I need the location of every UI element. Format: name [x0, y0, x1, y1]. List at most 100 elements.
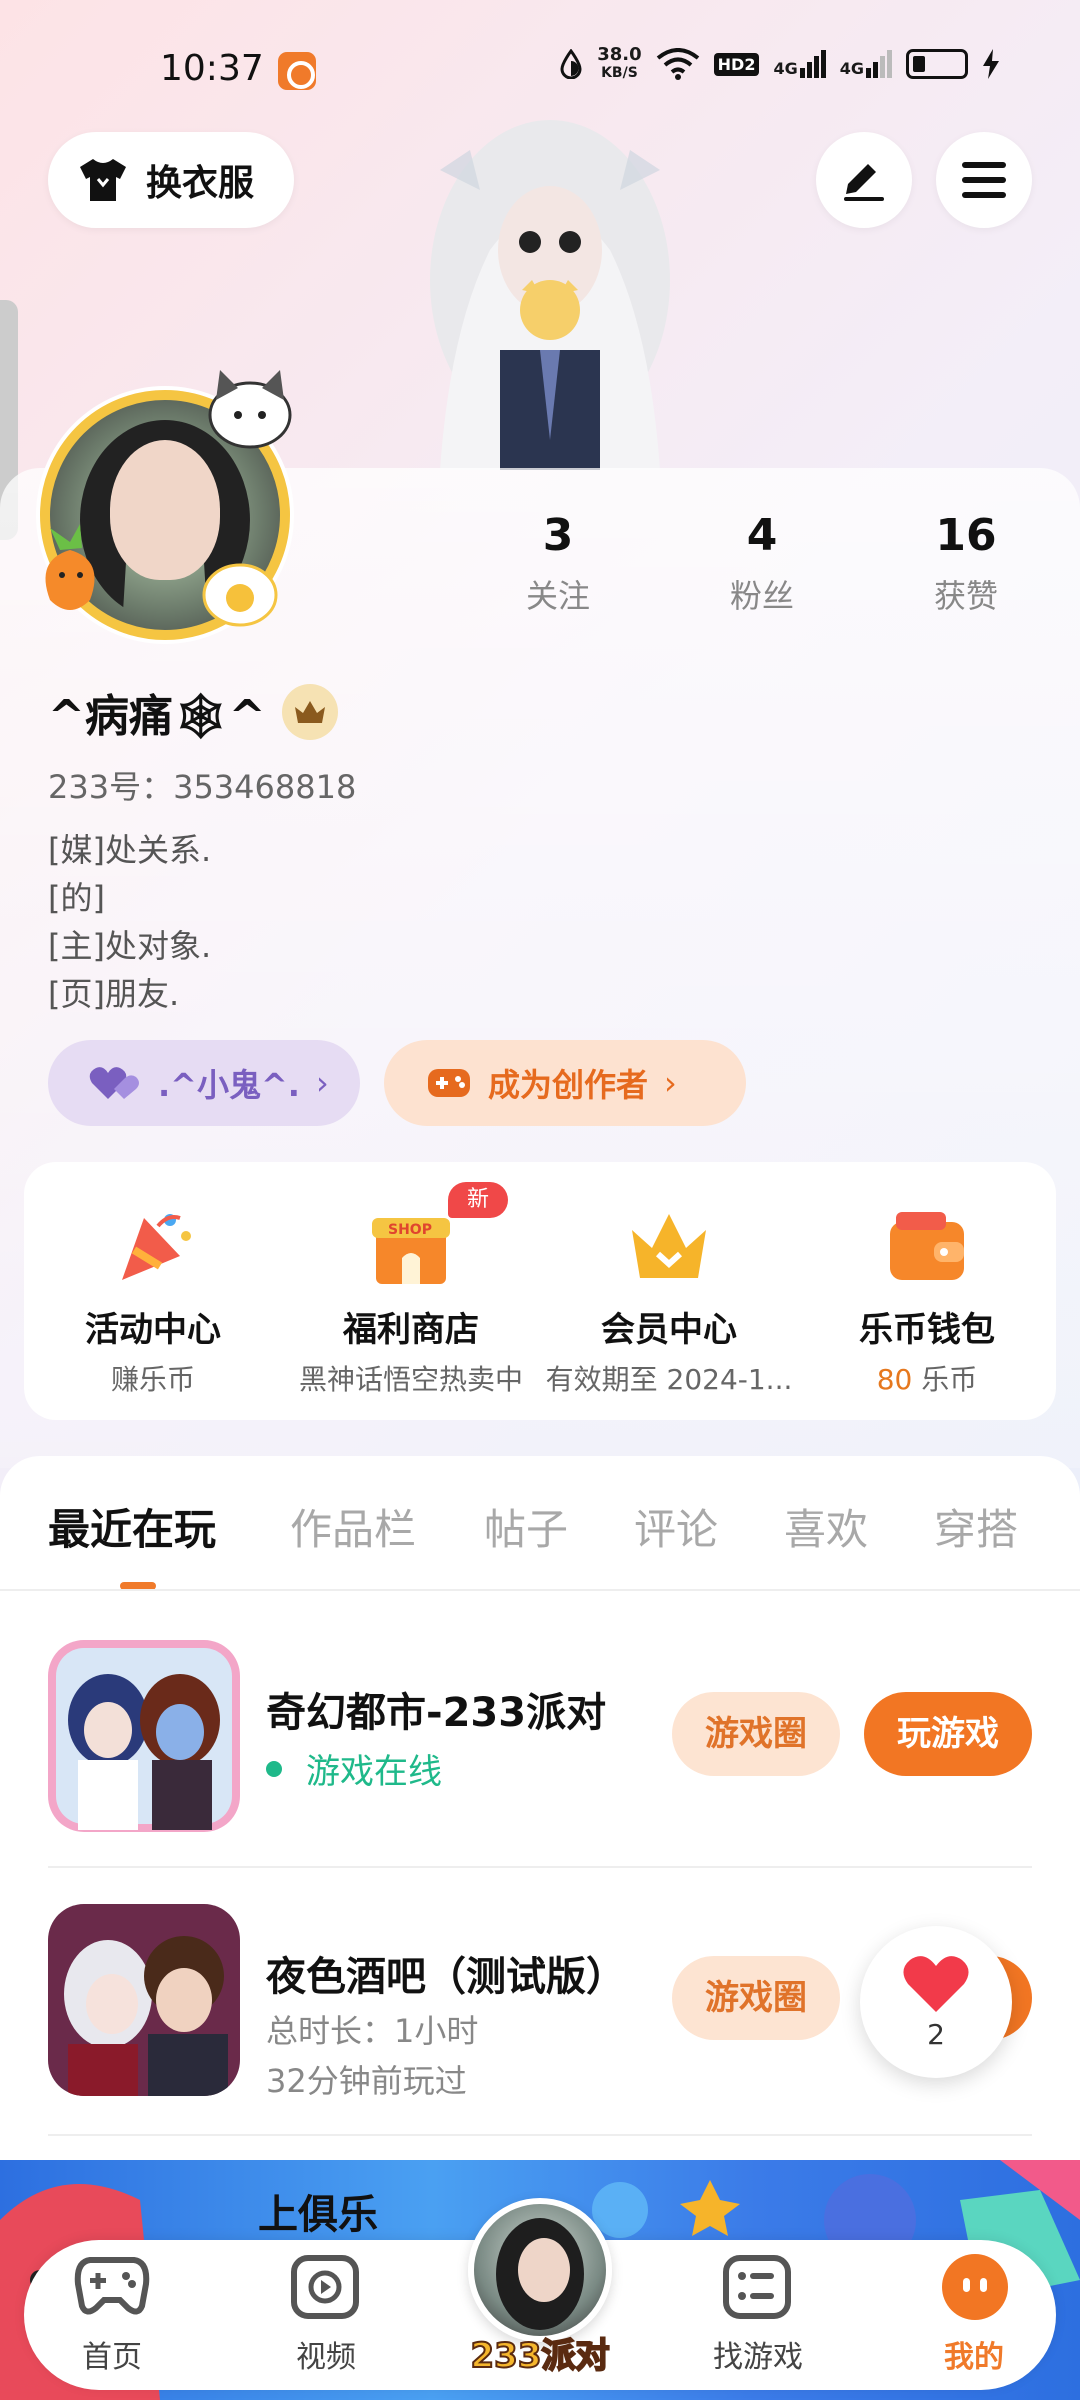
- game-circle-button[interactable]: 游戏圈: [672, 1956, 840, 2040]
- shop-sign-text: SHOP: [388, 1222, 432, 1238]
- wifi-icon: [656, 48, 699, 80]
- online-dot-icon: [266, 1760, 282, 1777]
- activity-center-sub: 赚乐币: [110, 1363, 195, 1396]
- game-icon-night-bar[interactable]: [48, 1904, 240, 2096]
- stat-followers[interactable]: 4 粉丝: [682, 510, 842, 617]
- carrot-sticker-icon: [45, 524, 95, 610]
- signal-sim1-icon: 4G: [773, 50, 826, 78]
- row-divider: [48, 1866, 1032, 1868]
- cat-sticker-icon: [208, 370, 292, 449]
- change-outfit-button[interactable]: 换衣服: [48, 132, 294, 228]
- nav-me[interactable]: 我的: [904, 2240, 1044, 2390]
- chevron-right-icon: ›: [664, 1064, 677, 1102]
- nav-home[interactable]: 首页: [42, 2240, 182, 2390]
- game-row[interactable]: 奇幻都市-233派对 游戏在线 游戏圈 玩游戏: [48, 1640, 1032, 1834]
- vip-crown-badge[interactable]: [281, 684, 338, 740]
- tab-posts[interactable]: 帖子: [484, 1496, 568, 1557]
- following-count: 3: [542, 510, 574, 561]
- menu-button[interactable]: [936, 132, 1032, 228]
- game-icon-art: [48, 1640, 240, 1832]
- gamepad-icon: [428, 1069, 470, 1097]
- party-avatar-art: [496, 2218, 584, 2330]
- play-game-button[interactable]: 玩游戏: [864, 1692, 1032, 1776]
- bio-line: [的]: [48, 879, 105, 917]
- avatar-character[interactable]: [380, 110, 720, 470]
- game-last-played: 32分钟前玩过: [266, 2062, 467, 2100]
- welfare-shop-title: 福利商店: [343, 1310, 479, 1350]
- hd-icon: HD2: [713, 52, 760, 76]
- game-title: 奇幻都市-233派对: [266, 1690, 607, 1736]
- edit-profile-button[interactable]: [816, 132, 912, 228]
- app-notification-icon: [278, 52, 316, 90]
- nav-find-games[interactable]: 找游戏: [688, 2240, 828, 2390]
- bio-line: [主]处对象.: [48, 927, 212, 965]
- activity-center-item[interactable]: 活动中心 赚乐币: [24, 1162, 282, 1420]
- avatar-face: [110, 440, 220, 580]
- battery-icon: [906, 49, 968, 79]
- data-saver-icon: [560, 49, 582, 79]
- close-friend-label: .^小鬼^.: [158, 1066, 300, 1104]
- username: ^病痛🕸^: [48, 691, 266, 742]
- nav-party-avatar[interactable]: [468, 2198, 612, 2342]
- welfare-shop-sub: 黑神话悟空热卖中: [298, 1363, 523, 1396]
- new-badge: 新: [448, 1182, 508, 1218]
- wallet-title: 乐币钱包: [859, 1310, 995, 1350]
- tab-bar: 最近在玩 作品栏 帖子 评论 喜欢 穿搭: [0, 1496, 1080, 1576]
- status-time: 10:37: [160, 48, 264, 89]
- gamepad-icon: [74, 2257, 150, 2315]
- party-popper-icon: [122, 1214, 191, 1280]
- bio: [媒]处关系. [的] [主]处对象. [页]朋友.: [48, 826, 211, 1018]
- tab-recently-played[interactable]: 最近在玩: [48, 1496, 216, 1557]
- vip-center-item[interactable]: 会员中心 有效期至 2024-1...: [540, 1162, 798, 1420]
- hamburger-menu-icon: [962, 162, 1006, 198]
- like-float-button[interactable]: 2: [860, 1926, 1012, 2078]
- charging-icon: [983, 49, 999, 79]
- vip-center-title: 会员中心: [601, 1310, 737, 1350]
- become-creator-label: 成为创作者: [488, 1066, 649, 1104]
- game-title: 夜色酒吧（测试版）: [266, 1954, 626, 2000]
- wallet-icon: [890, 1212, 964, 1280]
- tab-outfits[interactable]: 穿搭: [934, 1496, 1018, 1557]
- game-circle-button[interactable]: 游戏圈: [672, 1692, 840, 1776]
- wallet-sub: 80 乐币: [798, 1358, 1056, 1398]
- stat-likes[interactable]: 16 获赞: [886, 510, 1046, 617]
- feature-grid: 活动中心 赚乐币 SHOP 福利商店 黑神话悟空热卖中 会员中心 有效期至 20…: [24, 1162, 1056, 1420]
- net-speed: 38.0 KB/S: [597, 44, 642, 82]
- nav-find-games-label: 找游戏: [713, 2340, 803, 2375]
- nav-party-label[interactable]: 233派对: [466, 2328, 614, 2377]
- heart-icon: [903, 1956, 969, 2012]
- wallet-unit: 乐币: [921, 1363, 978, 1396]
- game-icon-fantasy-city[interactable]: [48, 1640, 240, 1832]
- wallet-item[interactable]: 乐币钱包 80 乐币: [798, 1162, 1056, 1420]
- row-divider: [48, 2134, 1032, 2136]
- nav-home-label: 首页: [82, 2340, 142, 2375]
- status-indicators: 38.0 KB/S HD2 4G 4G: [559, 46, 1000, 82]
- activity-center-title: 活动中心: [85, 1310, 221, 1350]
- following-label: 关注: [525, 577, 590, 615]
- video-play-icon: [291, 2255, 359, 2319]
- avatar-character-illustration: [430, 120, 670, 470]
- crown-icon: [294, 701, 325, 723]
- tab-likes[interactable]: 喜欢: [784, 1496, 868, 1557]
- username-row: ^病痛🕸^: [48, 680, 338, 744]
- vip-center-sub: 有效期至 2024-1...: [545, 1363, 793, 1396]
- tab-comments[interactable]: 评论: [634, 1496, 718, 1557]
- become-creator-pill[interactable]: 成为创作者 ›: [384, 1040, 746, 1126]
- followers-label: 粉丝: [729, 577, 794, 615]
- nav-video[interactable]: 视频: [256, 2240, 396, 2390]
- double-heart-icon: [89, 1067, 139, 1099]
- profile-face-icon: [942, 2254, 1008, 2320]
- tabs-divider: [0, 1589, 1080, 1591]
- likes-count: 16: [935, 510, 997, 561]
- nav-video-label: 视频: [296, 2340, 356, 2375]
- likes-label: 获赞: [933, 577, 998, 615]
- tab-works[interactable]: 作品栏: [290, 1496, 416, 1557]
- like-count: 2: [927, 2018, 945, 2051]
- stat-following[interactable]: 3 关注: [478, 510, 638, 617]
- game-icon-art: [48, 1904, 240, 2096]
- game-play-duration: 总时长：1小时: [266, 2012, 479, 2050]
- bio-line: [页]朋友.: [48, 975, 180, 1013]
- game-online-status: 游戏在线: [266, 1744, 442, 1793]
- list-icon: [723, 2255, 791, 2319]
- close-friend-pill[interactable]: .^小鬼^. ›: [48, 1040, 360, 1126]
